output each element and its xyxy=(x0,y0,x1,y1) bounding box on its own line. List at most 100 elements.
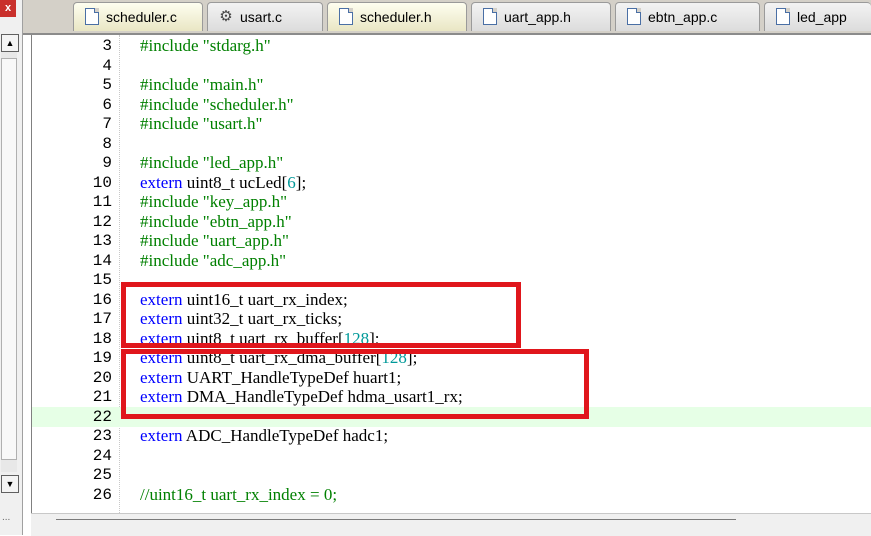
code-token: #include xyxy=(140,192,203,211)
code-text: extern ADC_HandleTypeDef hadc1; xyxy=(140,426,388,446)
code-token: #include xyxy=(140,36,203,55)
left-scrollbar-thumb[interactable] xyxy=(1,58,17,460)
code-token: "usart.h" xyxy=(202,114,263,133)
code-text: #include "ebtn_app.h" xyxy=(140,212,292,232)
code-line[interactable]: 11 #include "key_app.h" xyxy=(32,192,871,212)
tab-led-app[interactable]: led_app xyxy=(764,2,871,31)
line-number: 4 xyxy=(102,56,112,75)
code-token: "ebtn_app.h" xyxy=(202,211,292,231)
code-token: extern xyxy=(140,426,183,445)
code-editor[interactable]: 3 #include "stdarg.h" 4 5 #include "main.h" 6… xyxy=(31,35,871,513)
editor-tab-bar: scheduler.c ⚙ usart.c scheduler.h uart_a… xyxy=(23,0,871,35)
code-token: "uart_app.h" xyxy=(202,231,289,250)
code-text: #include "stdarg.h" xyxy=(140,36,271,56)
tab-ebtn-app-c[interactable]: ebtn_app.c xyxy=(615,2,760,31)
tab-label: scheduler.c xyxy=(106,9,177,25)
line-number: 14 xyxy=(92,251,112,270)
code-token: "scheduler.h" xyxy=(202,94,294,114)
tab-scheduler-c[interactable]: scheduler.c xyxy=(73,2,203,31)
code-line[interactable]: 13 #include "uart_app.h" xyxy=(32,231,871,251)
code-text: extern uint8_t ucLed[6]; xyxy=(140,173,306,193)
code-text: #include "scheduler.h" xyxy=(140,95,294,115)
code-text: #include "uart_app.h" xyxy=(140,231,289,251)
line-number: 17 xyxy=(92,310,112,328)
tab-scheduler-h[interactable]: scheduler.h xyxy=(327,2,467,31)
close-icon[interactable]: x xyxy=(0,0,16,17)
code-line[interactable]: 6 #include "scheduler.h" xyxy=(32,95,871,115)
code-token: #include xyxy=(140,75,203,94)
line-number: 20 xyxy=(92,368,112,387)
line-number: 6 xyxy=(102,95,112,114)
line-number: 13 xyxy=(92,232,112,250)
code-token: ADC_HandleTypeDef hadc1; xyxy=(182,426,389,445)
tab-label: scheduler.h xyxy=(360,9,432,25)
highlight-box-uart-rx-vars xyxy=(121,282,521,348)
code-text: #include "adc_app.h" xyxy=(140,251,286,271)
code-line[interactable]: 14 #include "adc_app.h" xyxy=(32,251,871,271)
code-token: "main.h" xyxy=(202,75,264,94)
line-number: 25 xyxy=(92,466,112,484)
code-token: "key_app.h" xyxy=(202,192,288,211)
line-number: 10 xyxy=(92,173,112,192)
code-line[interactable]: 25 xyxy=(32,465,871,485)
gear-file-icon: ⚙ xyxy=(219,8,233,25)
left-pane: x ▲ ▼ ... xyxy=(0,0,23,535)
code-token: uint8_t ucLed[ xyxy=(182,172,288,192)
line-number: 3 xyxy=(102,37,112,55)
code-token: "stdarg.h" xyxy=(202,36,271,55)
scroll-down-arrow-icon[interactable]: ▼ xyxy=(1,475,19,493)
more-indicator: ... xyxy=(2,512,11,523)
code-token: "adc_app.h" xyxy=(202,250,287,270)
scroll-up-arrow-icon[interactable]: ▲ xyxy=(1,34,19,52)
code-token: extern xyxy=(140,172,183,192)
code-token: #include xyxy=(140,94,203,114)
code-line[interactable]: 23 extern ADC_HandleTypeDef hadc1; xyxy=(32,426,871,446)
code-text: #include "main.h" xyxy=(140,75,263,95)
line-number: 18 xyxy=(92,329,112,348)
code-line[interactable]: 3 #include "stdarg.h" xyxy=(32,36,871,56)
line-number: 5 xyxy=(102,76,112,94)
code-text: #include "led_app.h" xyxy=(140,153,283,173)
line-number: 19 xyxy=(92,349,112,367)
line-number: 15 xyxy=(92,271,112,289)
tab-usart-c[interactable]: ⚙ usart.c xyxy=(207,2,323,31)
file-icon xyxy=(627,8,641,25)
code-line[interactable]: 7 #include "usart.h" xyxy=(32,114,871,134)
line-number: 16 xyxy=(92,290,112,309)
code-token: ]; xyxy=(295,172,307,192)
line-number: 22 xyxy=(92,407,112,426)
file-icon xyxy=(776,8,790,25)
line-number: 12 xyxy=(92,212,112,231)
code-line[interactable]: 9 #include "led_app.h" xyxy=(32,153,871,173)
line-number: 23 xyxy=(92,427,112,445)
line-number: 21 xyxy=(92,388,112,406)
code-token: #include xyxy=(140,211,203,231)
code-token: 6 xyxy=(287,172,296,192)
code-line[interactable]: 8 xyxy=(32,134,871,154)
line-number: 7 xyxy=(102,115,112,133)
line-number: 9 xyxy=(102,154,112,172)
line-number: 26 xyxy=(92,485,112,504)
tab-label: ebtn_app.c xyxy=(648,9,718,25)
line-number: 24 xyxy=(92,446,112,465)
code-token: #include xyxy=(140,250,203,270)
code-line[interactable]: 26 //uint16_t uart_rx_index = 0; xyxy=(32,485,871,505)
tab-label: uart_app.h xyxy=(504,9,571,25)
code-line[interactable]: 24 xyxy=(32,446,871,466)
horizontal-scrollbar-thumb[interactable] xyxy=(56,519,736,530)
tab-label: led_app xyxy=(797,9,847,25)
code-line[interactable]: 5 #include "main.h" xyxy=(32,75,871,95)
code-text: #include "key_app.h" xyxy=(140,192,287,212)
code-line[interactable]: 12 #include "ebtn_app.h" xyxy=(32,212,871,232)
code-line[interactable]: 10 extern uint8_t ucLed[6]; xyxy=(32,173,871,193)
code-token: #include xyxy=(140,231,203,250)
code-line[interactable]: 4 xyxy=(32,56,871,76)
code-token: #include xyxy=(140,153,203,172)
file-icon xyxy=(339,8,353,25)
horizontal-scrollbar[interactable] xyxy=(31,513,871,536)
tab-uart-app-h[interactable]: uart_app.h xyxy=(471,2,611,31)
file-icon xyxy=(85,8,99,25)
file-icon xyxy=(483,8,497,25)
line-number: 8 xyxy=(102,134,112,153)
code-token: //uint16_t uart_rx_index = 0; xyxy=(140,484,338,504)
